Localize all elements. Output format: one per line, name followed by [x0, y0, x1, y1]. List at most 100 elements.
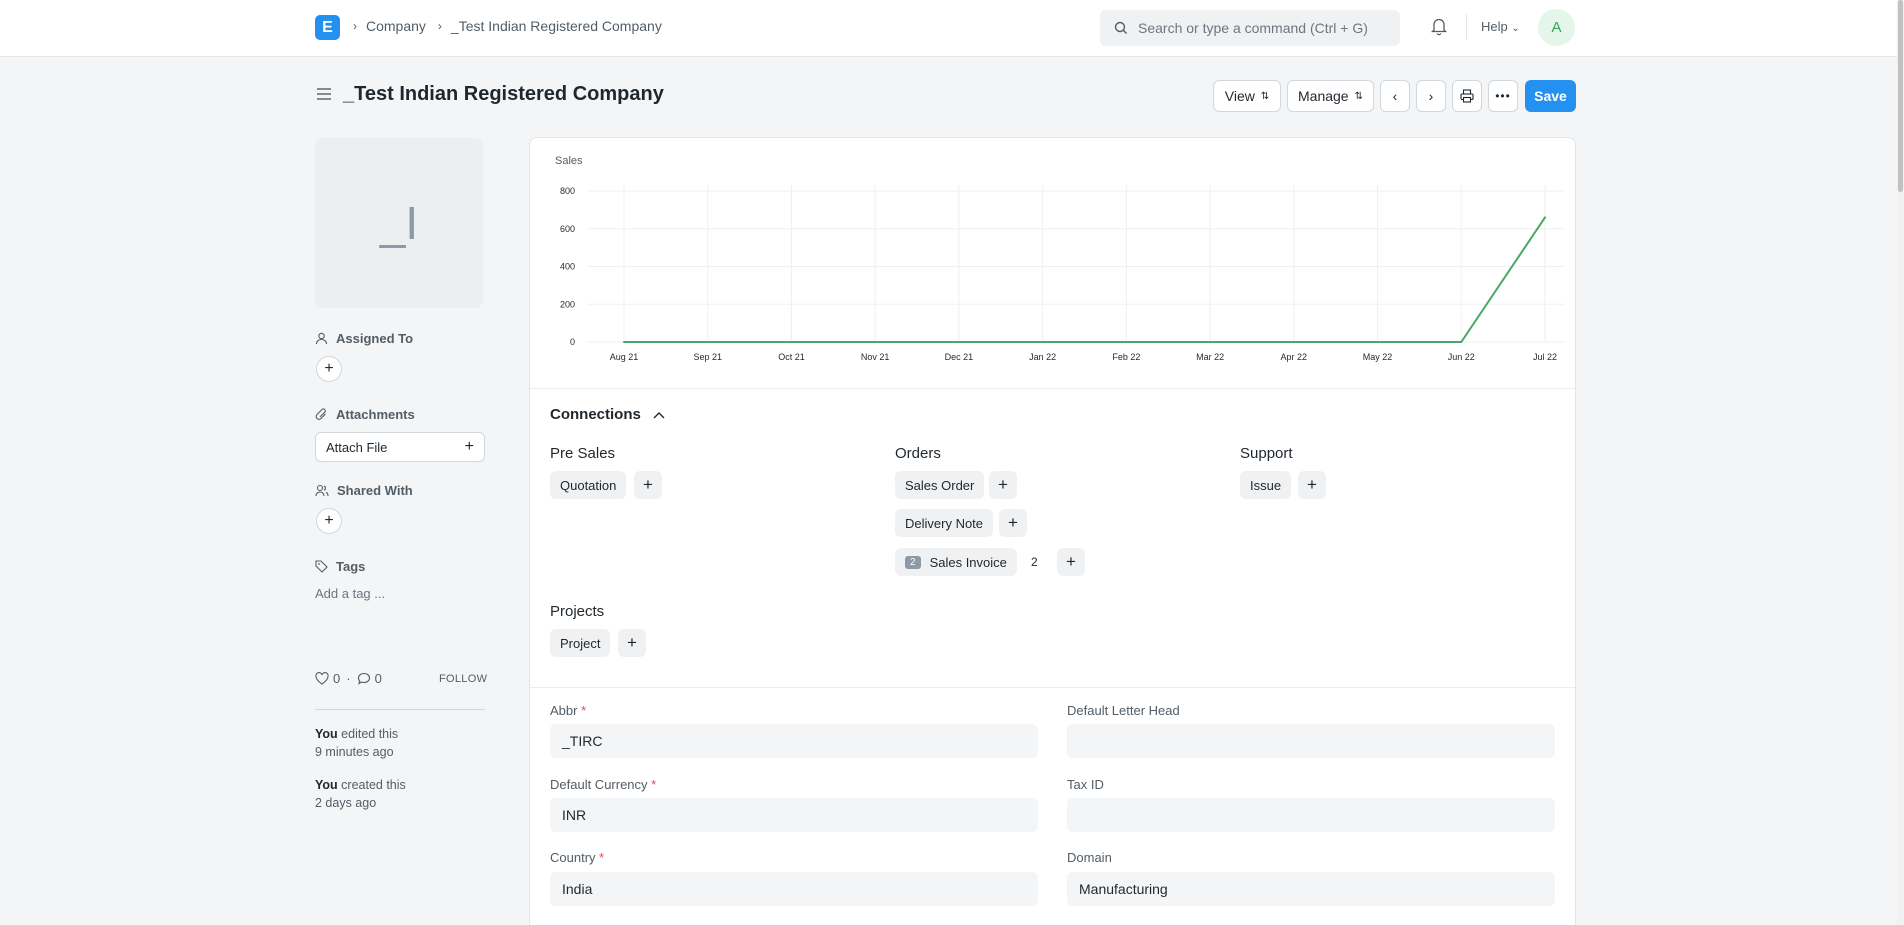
next-doc-button[interactable]: › — [1416, 80, 1446, 112]
scrollbar-thumb[interactable] — [1898, 0, 1903, 192]
abbr-label-text: Abbr — [550, 703, 578, 718]
separator-dot: · — [346, 671, 351, 686]
country-field[interactable]: India — [550, 872, 1038, 906]
chevron-right-icon: › — [353, 19, 357, 33]
add-tag-input[interactable]: Add a tag ... — [315, 586, 385, 601]
link-project[interactable]: Project — [550, 629, 611, 657]
search-icon — [1114, 21, 1127, 34]
chart-divider — [530, 388, 1575, 389]
company-image-placeholder[interactable]: _I — [315, 138, 483, 308]
navbar: E › Company › _Test Indian Registered Co… — [0, 0, 1904, 57]
heart-icon[interactable] — [315, 672, 329, 685]
search-bar[interactable]: Search or type a command (Ctrl + G) — [1100, 10, 1400, 46]
link-issue[interactable]: Issue — [1240, 471, 1292, 499]
app-logo[interactable]: E — [315, 15, 340, 40]
chart-series-line — [624, 216, 1546, 343]
country-label-text: Country — [550, 850, 596, 865]
connections-toggle[interactable]: Connections — [550, 406, 665, 423]
view-button[interactable]: View ⇅ — [1213, 80, 1281, 112]
chart-xtick-label: Jul 22 — [1533, 352, 1557, 362]
breadcrumb-current[interactable]: _Test Indian Registered Company — [451, 18, 662, 34]
abbr-field[interactable]: _TIRC — [550, 724, 1038, 758]
chevron-right-icon: › — [437, 19, 442, 33]
chart-ytick-label: 0 — [570, 337, 575, 347]
manage-button[interactable]: Manage ⇅ — [1287, 80, 1374, 112]
chart-xtick-label: Mar 22 — [1196, 352, 1224, 362]
manage-label: Manage — [1298, 88, 1349, 104]
tax-id-label: Tax ID — [1067, 777, 1104, 792]
group-orders: Orders — [895, 445, 941, 462]
save-button[interactable]: Save — [1525, 80, 1576, 112]
page-title: _Test Indian Registered Company — [343, 83, 664, 105]
link-sales-invoice[interactable]: 2 Sales Invoice — [895, 548, 1017, 576]
chart-point[interactable] — [706, 341, 709, 343]
required-marker: * — [651, 777, 657, 792]
link-quotation[interactable]: Quotation — [550, 471, 627, 499]
attach-file-button[interactable]: Attach File + — [315, 432, 485, 462]
help-dropdown[interactable]: Help ⌄ — [1481, 19, 1520, 34]
activity-user: You — [315, 727, 338, 741]
assigned-to-label: Assigned To — [336, 331, 414, 346]
chart-xtick-label: Aug 21 — [610, 352, 639, 362]
tags-label: Tags — [336, 559, 366, 574]
connections-title: Connections — [550, 406, 641, 423]
plus-icon: + — [998, 475, 1008, 494]
chart-point[interactable] — [874, 341, 877, 343]
comment-icon[interactable] — [357, 672, 371, 685]
new-quotation-button[interactable]: + — [634, 471, 662, 499]
chart-point[interactable] — [790, 341, 793, 343]
chart-point[interactable] — [1376, 341, 1379, 343]
country-label: Country * — [550, 850, 604, 865]
previous-doc-button[interactable]: ‹ — [1380, 80, 1410, 112]
required-marker: * — [581, 703, 587, 718]
add-assignment-button[interactable]: + — [316, 356, 342, 382]
breadcrumb-company[interactable]: Company — [366, 18, 426, 34]
default-currency-field[interactable]: INR — [550, 798, 1038, 832]
chart-xtick-label: Nov 21 — [861, 352, 890, 362]
new-issue-button[interactable]: + — [1298, 471, 1326, 499]
activity-action: edited this — [341, 727, 399, 741]
chart-point[interactable] — [1209, 341, 1212, 343]
link-sales-order[interactable]: Sales Order — [895, 471, 985, 499]
plus-icon: + — [1008, 513, 1018, 532]
more-actions-button[interactable]: ••• — [1488, 80, 1518, 112]
plus-icon: + — [464, 438, 474, 455]
chart-point[interactable] — [1544, 216, 1546, 219]
chart-point[interactable] — [623, 341, 625, 343]
new-project-button[interactable]: + — [618, 629, 646, 657]
likes-count: 0 — [333, 671, 341, 686]
sidebar-toggle-icon[interactable] — [316, 87, 332, 101]
attach-file-label: Attach File — [326, 439, 388, 455]
chart-point[interactable] — [1041, 341, 1044, 343]
domain-field[interactable]: Manufacturing — [1067, 872, 1555, 906]
activity-time: 9 minutes ago — [315, 745, 394, 759]
plus-icon: + — [324, 512, 334, 529]
new-delivery-note-button[interactable]: + — [999, 509, 1027, 537]
link-delivery-note[interactable]: Delivery Note — [895, 509, 994, 537]
chevron-up-icon — [653, 411, 665, 418]
activity-user: You — [315, 778, 338, 792]
avatar[interactable]: A — [1538, 9, 1575, 46]
new-sales-invoice-button[interactable]: + — [1057, 548, 1085, 576]
notification-bell-icon[interactable] — [1430, 16, 1448, 36]
follow-button[interactable]: FOLLOW — [439, 673, 487, 685]
chart-point[interactable] — [1292, 341, 1295, 343]
default-letter-head-field[interactable] — [1067, 724, 1555, 758]
sort-icon: ⇅ — [1260, 90, 1270, 102]
chart-point[interactable] — [957, 341, 960, 343]
sidebar-divider — [315, 709, 485, 710]
tax-id-field[interactable] — [1067, 798, 1555, 832]
chart-xtick-label: Sep 21 — [693, 352, 722, 362]
plus-icon: + — [324, 360, 334, 377]
paperclip-icon — [315, 408, 326, 420]
new-sales-order-button[interactable]: + — [989, 471, 1017, 499]
chart-point[interactable] — [1460, 341, 1463, 343]
ellipsis-icon: ••• — [1495, 89, 1511, 103]
default-currency-label: Default Currency * — [550, 777, 656, 792]
activity-time: 2 days ago — [315, 796, 377, 810]
add-share-button[interactable]: + — [316, 508, 342, 534]
chart-point[interactable] — [1125, 341, 1128, 343]
print-button[interactable] — [1452, 80, 1482, 112]
shared-with-heading: Shared With — [315, 483, 413, 498]
chart-xtick-label: Jun 22 — [1448, 352, 1475, 362]
